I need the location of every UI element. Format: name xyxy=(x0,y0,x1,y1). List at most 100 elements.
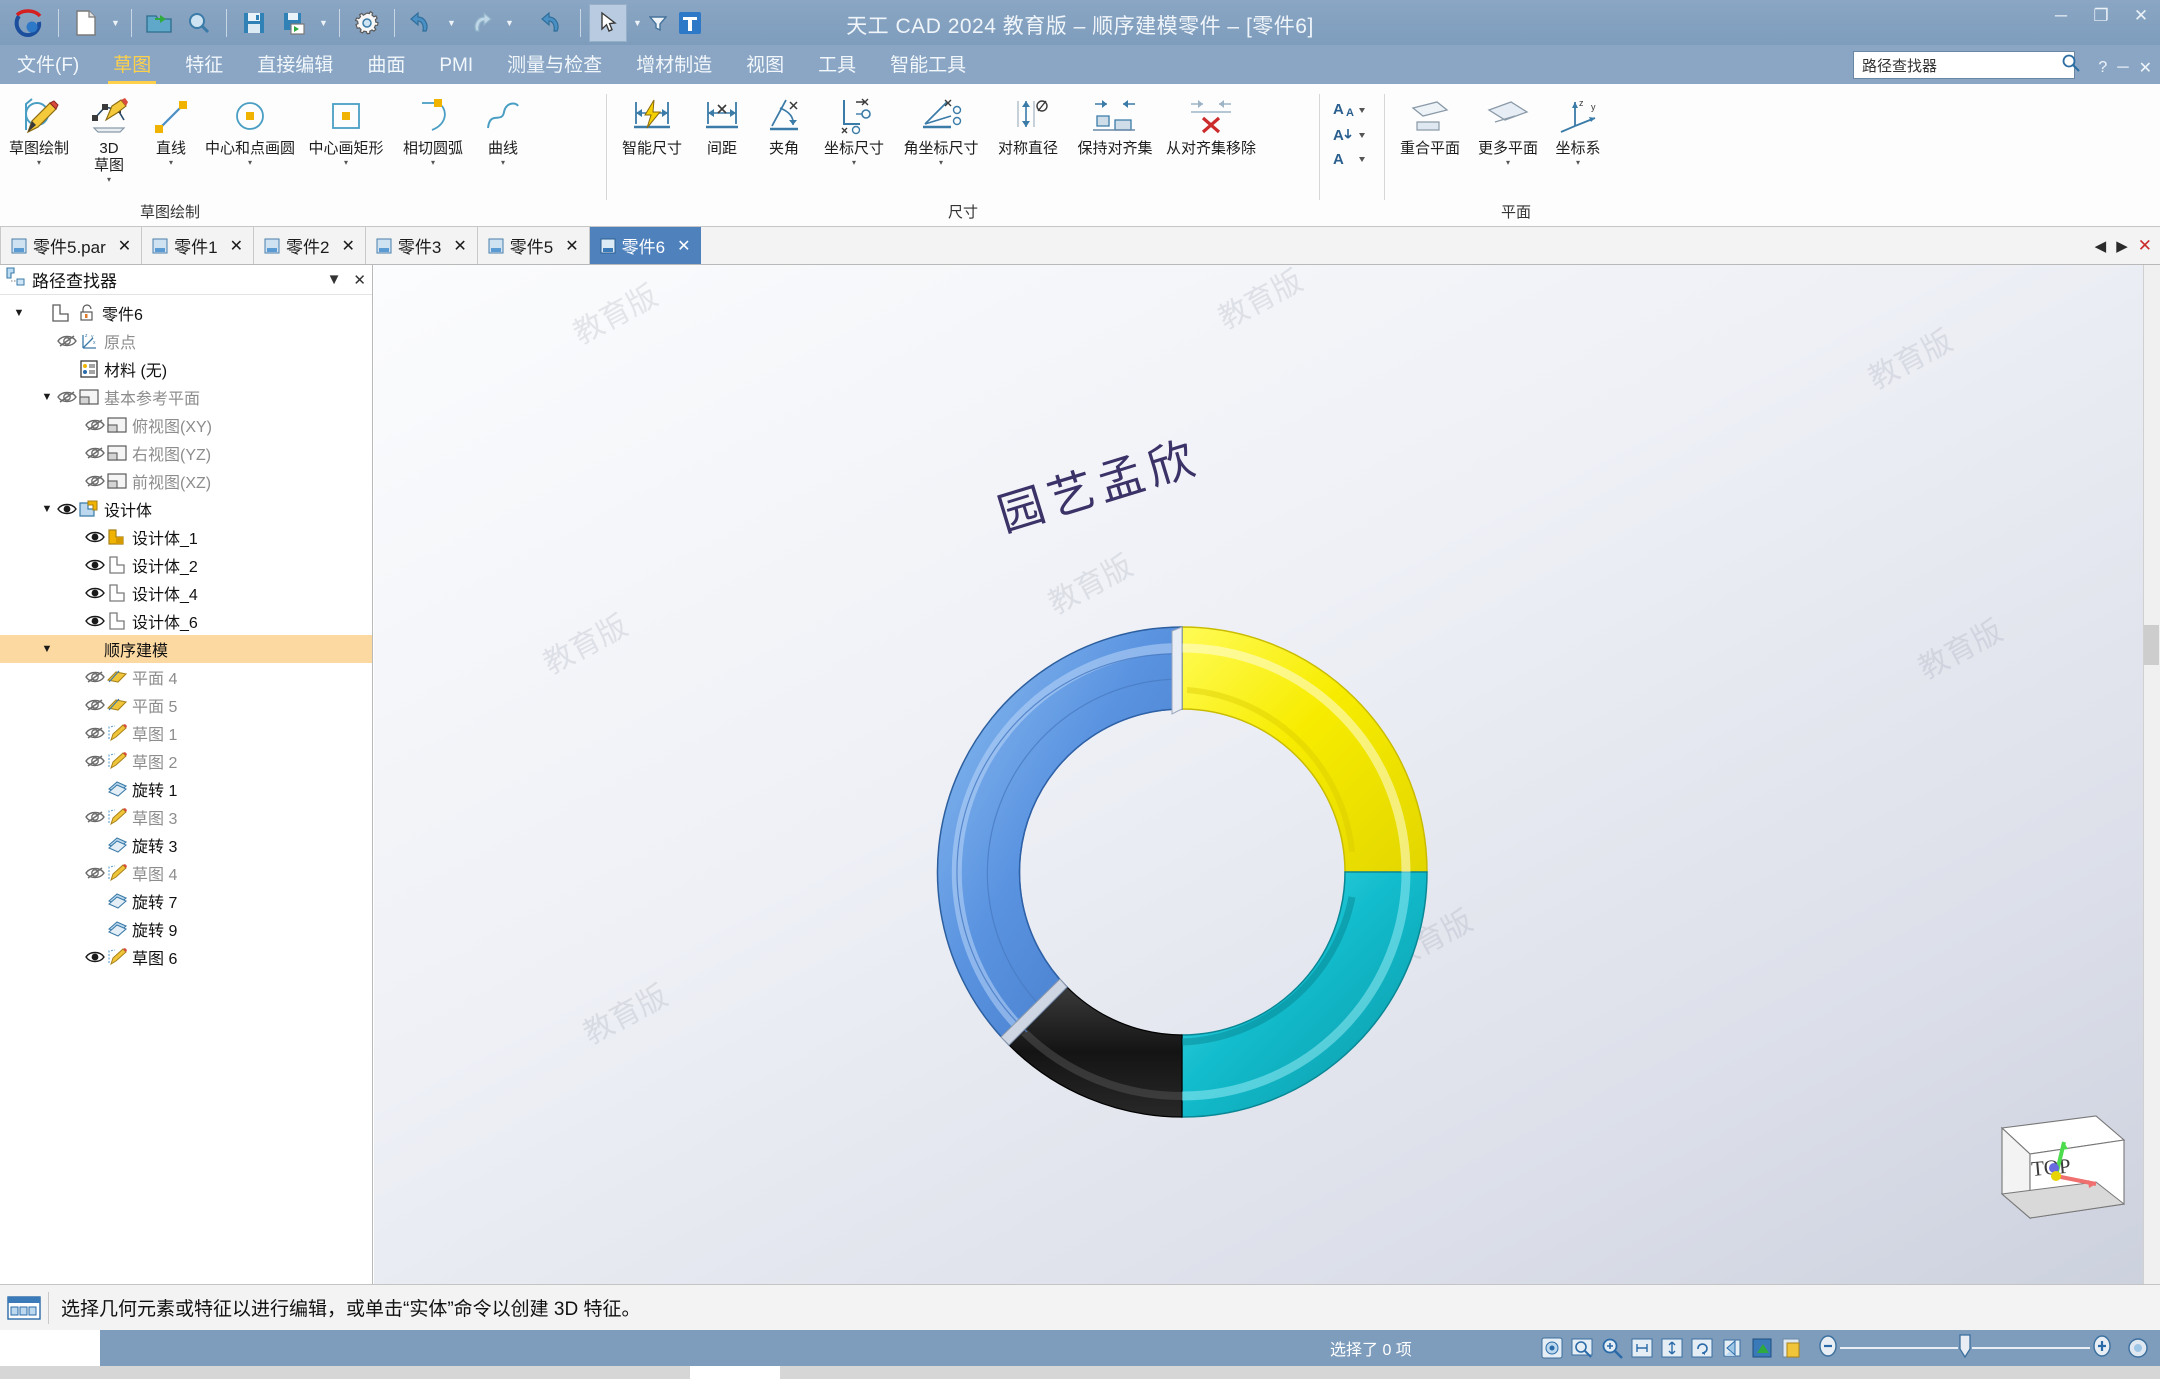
text-tool-icon[interactable] xyxy=(671,4,709,42)
ribbon-angular-coordinate-button[interactable]: 角坐标尺寸 ▾ xyxy=(893,90,989,167)
tab-close-button[interactable]: ✕ xyxy=(565,236,578,256)
menu-item-pmi[interactable]: PMI xyxy=(422,55,490,84)
ribbon-sketch-draw-button[interactable]: 草图绘制 ▾ xyxy=(0,90,78,167)
render-mode-icon[interactable] xyxy=(1780,1336,1804,1360)
unlock-icon[interactable] xyxy=(76,304,98,322)
menu-item-smart-tools[interactable]: 智能工具 xyxy=(873,50,983,84)
tree-expander[interactable]: ▼ xyxy=(38,391,56,403)
minimize-button[interactable]: ─ xyxy=(2048,6,2074,26)
zoom-in-button[interactable] xyxy=(2090,1334,2114,1363)
ribbon-sketch-3d-button[interactable]: 3D 草图 ▾ xyxy=(78,90,140,184)
visibility-toggle-icon[interactable] xyxy=(84,725,106,741)
new-dropdown-caret[interactable]: ▼ xyxy=(107,4,123,42)
tab-close-all-button[interactable]: ✕ xyxy=(2138,236,2152,256)
chevron-down-icon[interactable]: ▾ xyxy=(344,158,348,167)
graphics-viewport[interactable]: 教育版 教育版 教育版 教育版 教育版 教育版 教育版 教育版 教育版 xyxy=(374,265,2160,1284)
menu-item-tools[interactable]: 工具 xyxy=(801,50,873,84)
pathfinder-menu-button[interactable]: ▼ xyxy=(327,271,342,289)
menu-item-sketch[interactable]: 草图 xyxy=(96,50,168,84)
ribbon-more-planes-button[interactable]: 更多平面 ▾ xyxy=(1469,90,1547,167)
tree-item[interactable]: 旋转 7 xyxy=(0,887,372,915)
zoom-slider[interactable] xyxy=(1816,1333,2114,1364)
tree-item[interactable]: 旋转 1 xyxy=(0,775,372,803)
open-folder-icon[interactable] xyxy=(140,4,178,42)
document-tab-part1[interactable]: 零件1 ✕ xyxy=(142,227,255,264)
visibility-toggle-icon[interactable] xyxy=(56,389,78,405)
tree-item[interactable]: 平面 4 xyxy=(0,663,372,691)
tree-item[interactable]: 俯视图(XY) xyxy=(0,411,372,439)
tree-item[interactable]: 右视图(YZ) xyxy=(0,439,372,467)
tree-item[interactable]: ▼ 设计体 xyxy=(0,495,372,523)
tree-item[interactable]: 平面 5 xyxy=(0,691,372,719)
chevron-down-icon[interactable]: ▾ xyxy=(248,158,252,167)
chevron-down-icon[interactable]: ▾ xyxy=(852,158,856,167)
menu-item-measure-inspect[interactable]: 测量与检查 xyxy=(490,50,619,84)
ribbon-angle-button[interactable]: 夹角 xyxy=(753,90,815,158)
zoom-icon[interactable] xyxy=(1600,1336,1624,1360)
visibility-toggle-icon[interactable] xyxy=(84,473,106,489)
tab-next-button[interactable]: ▶ xyxy=(2116,237,2128,255)
document-tab-part5[interactable]: 零件5 ✕ xyxy=(478,227,590,264)
filter-icon[interactable] xyxy=(647,4,669,42)
view-cube[interactable]: TOP xyxy=(1984,1106,2134,1236)
tree-item[interactable]: ▼ 零件6 xyxy=(0,299,372,327)
fit-icon[interactable] xyxy=(1630,1336,1654,1360)
ribbon-coordinate-system-button[interactable]: z y 坐标系 ▾ xyxy=(1547,90,1609,167)
tree-item[interactable]: 草图 4 xyxy=(0,859,372,887)
document-tab-part3[interactable]: 零件3 ✕ xyxy=(366,227,478,264)
visibility-toggle-icon[interactable] xyxy=(84,529,106,545)
chevron-down-icon[interactable]: ▾ xyxy=(107,175,111,184)
select-dropdown-caret[interactable]: ▼ xyxy=(629,4,645,42)
save-dropdown-caret[interactable]: ▼ xyxy=(315,4,331,42)
ribbon-smart-dimension-button[interactable]: 智能尺寸 xyxy=(613,90,691,157)
menu-item-direct-edit[interactable]: 直接编辑 xyxy=(240,50,350,84)
save-icon[interactable] xyxy=(235,4,273,42)
chevron-down-icon[interactable]: ▾ xyxy=(37,158,41,167)
document-tab-part6[interactable]: 零件6 ✕ xyxy=(589,227,701,264)
undo-dropdown-caret[interactable]: ▼ xyxy=(443,4,459,42)
zoom-track[interactable] xyxy=(1840,1347,1958,1349)
tree-item[interactable]: 设计体_2 xyxy=(0,551,372,579)
print-preview-icon[interactable] xyxy=(180,4,218,42)
tree-expander[interactable]: ▼ xyxy=(38,503,56,515)
maximize-button[interactable]: ❐ xyxy=(2088,6,2114,26)
visibility-toggle-icon[interactable] xyxy=(56,333,78,349)
ribbon-close-button[interactable]: ✕ xyxy=(2139,58,2152,78)
search-icon[interactable] xyxy=(2061,53,2081,78)
settings-gear-icon[interactable] xyxy=(348,4,386,42)
undo-all-icon[interactable] xyxy=(534,4,572,42)
tree-item[interactable]: z y x 原点 xyxy=(0,327,372,355)
menu-item-additive-manufacturing[interactable]: 增材制造 xyxy=(619,50,729,84)
pan-icon[interactable] xyxy=(1660,1336,1684,1360)
help-button[interactable]: ? xyxy=(2098,59,2107,77)
tree-expander[interactable]: ▼ xyxy=(38,643,56,655)
menu-item-file[interactable]: 文件(F) xyxy=(0,50,96,84)
ribbon-distance-button[interactable]: 间距 xyxy=(691,90,753,157)
chevron-down-icon[interactable]: ▾ xyxy=(939,158,943,167)
chevron-down-icon[interactable]: ▾ xyxy=(169,158,173,167)
zoom-out-button[interactable] xyxy=(1816,1334,1840,1363)
visibility-toggle-icon[interactable] xyxy=(84,753,106,769)
zoom-area-icon[interactable] xyxy=(1570,1336,1594,1360)
visibility-toggle-icon[interactable] xyxy=(56,501,78,517)
redo-icon[interactable] xyxy=(461,4,499,42)
menu-item-view[interactable]: 视图 xyxy=(729,50,801,84)
ribbon-rectangle-center-button[interactable]: 中心画矩形 ▾ xyxy=(298,90,394,167)
tab-close-button[interactable]: ✕ xyxy=(453,236,466,256)
ribbon-coincident-plane-button[interactable]: 重合平面 xyxy=(1391,90,1469,157)
tree-item[interactable]: 设计体_4 xyxy=(0,579,372,607)
visibility-toggle-icon[interactable] xyxy=(84,585,106,601)
tab-close-button[interactable]: ✕ xyxy=(118,236,131,256)
ribbon-tangent-arc-button[interactable]: 相切圆弧 ▾ xyxy=(394,90,472,167)
select-arrow-icon[interactable] xyxy=(589,3,627,42)
chevron-down-icon[interactable]: ▾ xyxy=(1506,158,1510,167)
visibility-toggle-icon[interactable] xyxy=(84,949,106,965)
visibility-toggle-icon[interactable] xyxy=(84,865,106,881)
shade-icon[interactable] xyxy=(1750,1336,1774,1360)
viewport-scrollbar[interactable] xyxy=(2143,265,2160,1284)
visibility-toggle-icon[interactable] xyxy=(84,417,106,433)
close-button[interactable]: ✕ xyxy=(2128,6,2154,26)
tree-item[interactable]: 草图 3 xyxy=(0,803,372,831)
pathfinder-close-button[interactable]: ✕ xyxy=(353,271,366,289)
save-as-icon[interactable] xyxy=(275,4,313,42)
